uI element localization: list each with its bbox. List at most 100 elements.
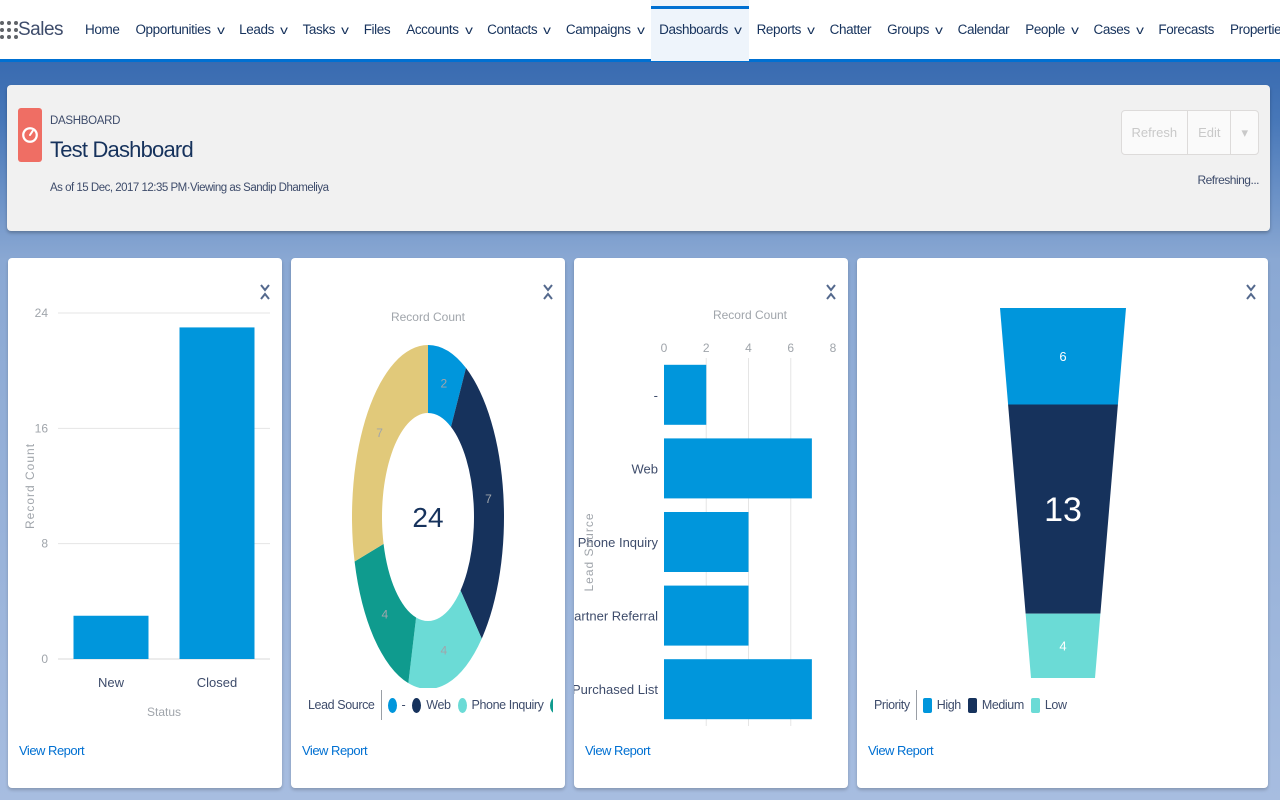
chevron-down-icon[interactable]: v: [280, 23, 288, 37]
legend-item[interactable]: Web: [412, 697, 451, 713]
bar[interactable]: [664, 659, 812, 720]
nav-tab-accounts[interactable]: Accounts v: [398, 0, 479, 61]
slice-value-label: 4: [440, 643, 447, 657]
chevron-down-icon[interactable]: v: [734, 23, 742, 37]
legend-item[interactable]: -: [387, 697, 406, 713]
x-tick-label: 2: [703, 341, 710, 355]
x-category-label: New: [98, 675, 125, 690]
slice-value-label: 7: [376, 426, 383, 440]
chevron-down-icon[interactable]: v: [341, 23, 349, 37]
y-tick-label: 0: [41, 652, 48, 666]
nav-tab-chatter[interactable]: Chatter: [822, 0, 879, 61]
y-tick-label: 24: [35, 306, 49, 320]
edit-button[interactable]: Edit: [1188, 111, 1232, 154]
x-tick-label: 8: [830, 341, 837, 355]
nav-tab-files[interactable]: Files: [356, 0, 399, 61]
nav-tab-contacts[interactable]: Contacts v: [479, 0, 558, 61]
nav-tab-dashboards[interactable]: Dashboards v: [651, 0, 749, 61]
nav-tab-label: Calendar: [957, 22, 1010, 37]
y-axis-title: Record Count: [23, 443, 37, 529]
donut-legend: Lead Source - Web Phone Inquiry Partner Refe: [308, 690, 553, 720]
nav-tab-leads[interactable]: Leads v: [231, 0, 294, 61]
chevron-down-icon[interactable]: v: [465, 23, 473, 37]
donut-center-total: 24: [412, 502, 443, 533]
refresh-button[interactable]: Refresh: [1122, 111, 1189, 154]
view-report-link[interactable]: View Report: [585, 743, 651, 758]
nav-tab-label: Dashboards: [659, 22, 728, 37]
bar[interactable]: [664, 512, 749, 572]
widget-priority-funnel: 6 13 4 Priority High Medium Low View Report: [857, 258, 1268, 788]
y-tick-label: 8: [41, 537, 48, 551]
chevron-down-icon[interactable]: v: [807, 23, 815, 37]
app-launcher-icon: [0, 20, 18, 39]
dashboard-title: Test Dashboard: [50, 137, 194, 162]
bar[interactable]: [664, 585, 749, 646]
nav-tab-home[interactable]: Home: [77, 0, 127, 61]
more-actions-button[interactable]: ▾: [1231, 111, 1258, 154]
status-bar-chart: 0 8 16 24 New Closed Status Record Count: [23, 306, 270, 719]
global-navigation: Sales Home Opportunities v Leads v Tasks v File…: [0, 0, 1280, 62]
funnel-value-label: 6: [1059, 349, 1066, 364]
bar[interactable]: [73, 615, 149, 659]
x-tick-label: 6: [787, 341, 794, 355]
nav-tab-label: Chatter: [829, 22, 872, 37]
funnel-value-label: 4: [1059, 638, 1066, 653]
view-report-link[interactable]: View Report: [19, 743, 85, 758]
legend-item[interactable]: Medium: [967, 697, 1024, 713]
lead-source-bar-chart: Record Count0 2 4 6 8-WebPhone InquiryPartne…: [574, 308, 837, 726]
chevron-down-icon[interactable]: v: [1071, 23, 1079, 37]
legend-label: -: [401, 698, 406, 712]
nav-tab-tasks[interactable]: Tasks v: [295, 0, 356, 61]
nav-tab-label: Cases: [1093, 22, 1130, 37]
view-report-link[interactable]: View Report: [302, 743, 368, 758]
legend-item[interactable]: Low: [1030, 697, 1067, 713]
chart-title: Record Count: [391, 310, 466, 324]
chevron-down-icon[interactable]: v: [1136, 23, 1144, 37]
nav-tab-calendar[interactable]: Calendar: [950, 0, 1018, 61]
chevron-down-icon[interactable]: v: [543, 23, 551, 37]
x-tick-label: 4: [745, 341, 752, 355]
slice-value-label: 4: [382, 608, 389, 622]
nav-tab-label: Contacts: [487, 22, 538, 37]
legend-item[interactable]: High: [922, 697, 962, 713]
widget-lead-source-bar-chart: Record Count 0 2 4 6 8- Web Phone Inquiry Partne…: [574, 258, 848, 788]
nav-tab-label: Reports: [756, 22, 802, 37]
legend-label: Web: [426, 698, 451, 712]
y-category-label: -: [654, 388, 658, 403]
nav-tab-people[interactable]: People v: [1017, 0, 1085, 61]
nav-tab-reports[interactable]: Reports v: [749, 0, 822, 61]
bar[interactable]: [664, 438, 812, 499]
chevron-down-icon[interactable]: v: [637, 23, 645, 37]
nav-tab-label: Accounts: [406, 22, 459, 37]
chart-title: Record Count: [713, 308, 788, 322]
widget-lead-source-donut: Record Count 2 7 4 4 7 24 Lead Source - Web Phone…: [291, 258, 565, 788]
nav-tab-groups[interactable]: Groups v: [879, 0, 949, 61]
legend-label: Medium: [981, 698, 1024, 712]
view-report-link[interactable]: View Report: [868, 743, 934, 758]
dashboard-kicker: DASHBOARD: [50, 115, 121, 127]
legend-label: High: [936, 698, 962, 712]
funnel-value-label: 13: [1044, 491, 1082, 529]
refresh-status: Refreshing...: [1197, 173, 1259, 187]
chevron-down-icon[interactable]: v: [217, 23, 225, 37]
nav-tabs: Home Opportunities v Leads v Tasks v Files Accou…: [77, 0, 1280, 61]
bar[interactable]: [179, 327, 255, 659]
lead-source-donut-chart: Record Count 2 7 4 4 7 24: [352, 310, 504, 688]
app-launcher-button[interactable]: [0, 0, 18, 61]
legend-title: Lead Source: [308, 690, 382, 720]
legend-item[interactable]: Partner Refe: [550, 697, 553, 713]
widget-status-bar-chart: 0 8 16 24 New Closed Status Record Count View R…: [8, 258, 282, 788]
x-axis-title: Status: [147, 705, 181, 719]
nav-tab-campaigns[interactable]: Campaigns v: [558, 0, 651, 61]
nav-tab-cases[interactable]: Cases v: [1085, 0, 1150, 61]
legend-item[interactable]: Phone Inquiry: [457, 697, 544, 713]
nav-tab-properties[interactable]: Propertiesv: [1222, 0, 1280, 61]
legend-swatch: [967, 697, 977, 713]
bar[interactable]: [664, 364, 707, 425]
legend-swatch: [387, 697, 397, 713]
nav-tab-opportunities[interactable]: Opportunities v: [127, 0, 231, 61]
header-actions: Refresh Edit ▾: [1120, 110, 1259, 155]
chevron-down-icon[interactable]: v: [935, 23, 943, 37]
nav-tab-forecasts[interactable]: Forecasts: [1150, 0, 1222, 61]
legend-label: Low: [1044, 698, 1067, 712]
